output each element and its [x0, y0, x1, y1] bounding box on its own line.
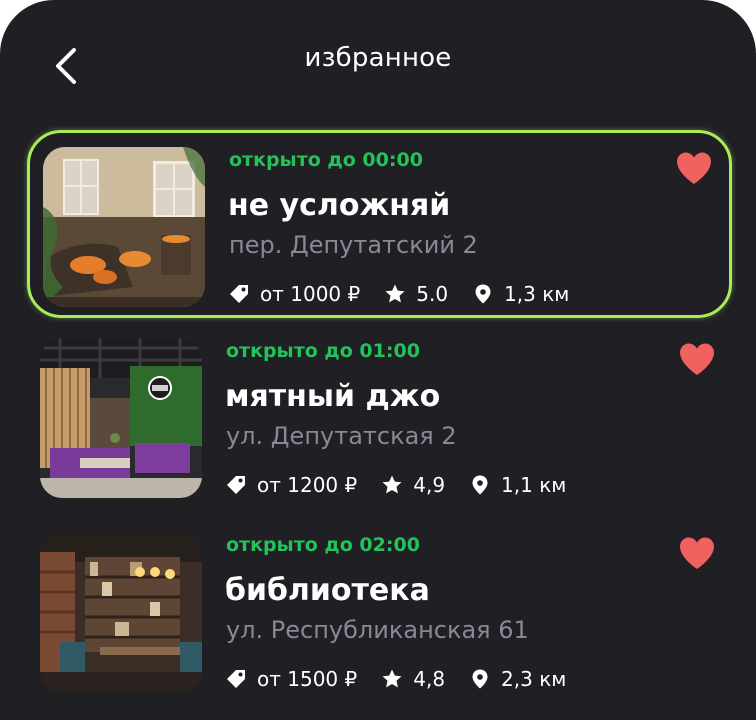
place-name: библиотека — [225, 573, 430, 608]
location-pin-icon — [469, 474, 491, 496]
rating-label: 4,8 — [413, 667, 446, 691]
price-label: от 1500 ₽ — [257, 667, 358, 691]
location-pin-icon — [472, 283, 494, 305]
page-title: избранное — [304, 43, 452, 73]
distance-label: 2,3 км — [501, 667, 567, 691]
favorite-button[interactable] — [678, 536, 716, 570]
rating-label: 4,9 — [413, 473, 446, 497]
distance-info: 2,3 км — [469, 667, 566, 691]
opening-hours: открыто до 01:00 — [226, 340, 420, 362]
price-tag-icon — [228, 283, 250, 305]
place-meta: от 1200 ₽ 4,9 1,1 км — [225, 471, 590, 499]
price-info: от 1000 ₽ — [228, 282, 360, 306]
location-pin-icon — [469, 668, 491, 690]
place-address: ул. Депутатская 2 — [226, 422, 457, 450]
place-card-biblioteka[interactable]: открыто до 02:00 библиотека ул. Республи… — [27, 518, 732, 706]
price-tag-icon — [225, 668, 247, 690]
distance-info: 1,1 км — [469, 473, 566, 497]
favorite-button[interactable] — [675, 151, 713, 185]
distance-label: 1,1 км — [501, 473, 567, 497]
place-name: мятный джо — [225, 379, 441, 414]
heart-icon — [680, 343, 714, 375]
opening-hours: открыто до 02:00 — [226, 534, 420, 556]
star-icon — [384, 283, 406, 305]
price-tag-icon — [225, 474, 247, 496]
rating-info: 4,9 — [381, 473, 445, 497]
place-photo — [40, 338, 202, 498]
rating-info: 4,8 — [381, 667, 445, 691]
header: избранное — [0, 0, 756, 125]
heart-icon — [680, 537, 714, 569]
place-card-myatny-dzho[interactable]: открыто до 01:00 мятный джо ул. Депутатс… — [27, 324, 732, 512]
distance-label: 1,3 км — [504, 282, 570, 306]
star-icon — [381, 474, 403, 496]
distance-info: 1,3 км — [472, 282, 569, 306]
star-icon — [381, 668, 403, 690]
place-address: пер. Депутатский 2 — [229, 231, 478, 259]
rating-info: 5.0 — [384, 282, 448, 306]
place-photo — [40, 532, 202, 692]
rating-label: 5.0 — [416, 282, 449, 306]
heart-icon — [677, 152, 711, 184]
price-info: от 1500 ₽ — [225, 667, 357, 691]
place-address: ул. Республиканская 61 — [226, 616, 529, 644]
app-screen: избранное открыто до 00:00 не усложняй п… — [0, 0, 756, 720]
place-name: не усложняй — [228, 188, 451, 223]
price-label: от 1000 ₽ — [260, 282, 361, 306]
opening-hours: открыто до 00:00 — [229, 149, 423, 171]
price-info: от 1200 ₽ — [225, 473, 357, 497]
place-photo — [43, 147, 205, 307]
favorite-button[interactable] — [678, 342, 716, 376]
place-card-ne-uslozhnyay[interactable]: открыто до 00:00 не усложняй пер. Депута… — [27, 130, 732, 318]
place-meta: от 1000 ₽ 5.0 1,3 км — [228, 280, 593, 308]
price-label: от 1200 ₽ — [257, 473, 358, 497]
